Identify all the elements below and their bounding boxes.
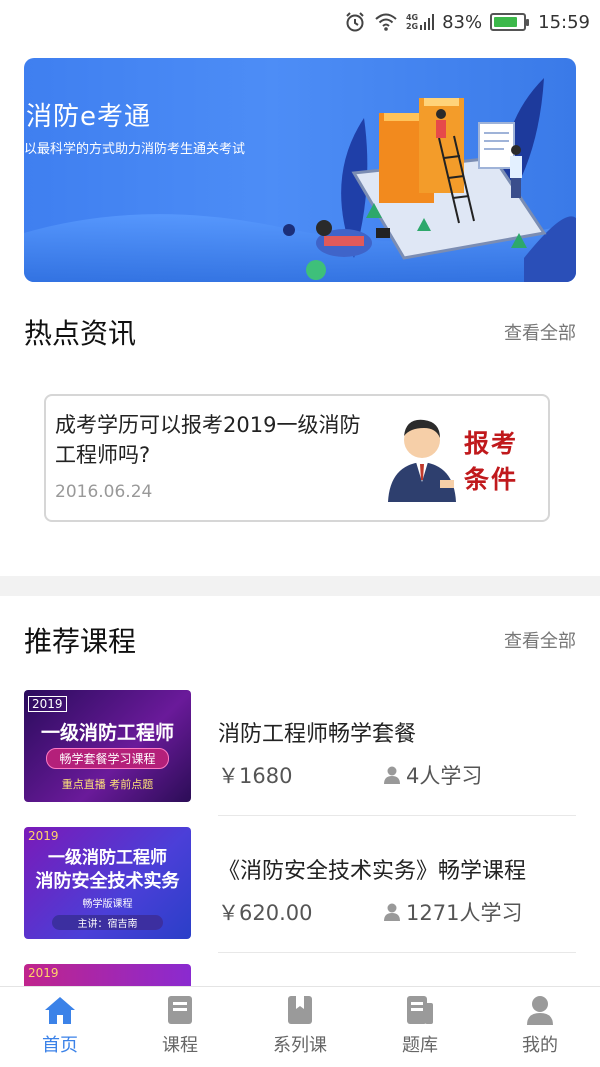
- tab-label-question-bank: 题库: [402, 1035, 438, 1056]
- news-thumbnail: 报考 条件: [380, 410, 536, 502]
- section-title-recommended: 推荐课程: [24, 625, 137, 658]
- course-thumb-line4: 主讲：宿吉南: [52, 915, 163, 930]
- tab-label-me: 我的: [522, 1035, 558, 1056]
- hot-news-view-all-link[interactable]: 查看全部: [504, 319, 576, 345]
- news-title: 成考学历可以报考2019一级消防工程师吗?: [55, 413, 361, 467]
- battery-icon: [490, 13, 530, 31]
- battery-percent: 83%: [442, 11, 483, 33]
- tab-series[interactable]: 系列课: [240, 987, 360, 1067]
- bookmark-icon: [288, 996, 312, 1024]
- tab-label-courses: 课程: [162, 1035, 198, 1056]
- tab-courses[interactable]: 课程: [120, 987, 240, 1067]
- course-price: ￥1680: [218, 764, 293, 788]
- tab-label-series: 系列课: [273, 1035, 327, 1056]
- section-title-hot-news: 热点资讯: [24, 317, 137, 350]
- course-thumb-line1: 一级消防工程师: [48, 848, 167, 868]
- news-thumb-text-line1: 报考: [464, 429, 519, 458]
- news-date: 2016.06.24: [55, 482, 153, 502]
- tab-question-bank[interactable]: 题库: [360, 987, 480, 1067]
- course-learners: 1271人学习: [384, 897, 522, 927]
- home-icon: [45, 997, 75, 1024]
- course-thumb-line2: 畅学套餐学习课程: [46, 748, 169, 769]
- course-price: ￥620.00: [218, 901, 313, 925]
- book-icon: [168, 996, 192, 1024]
- course-name: 消防工程师畅学套餐: [218, 722, 417, 747]
- divider: [218, 815, 576, 816]
- person-icon: [384, 903, 400, 921]
- course-learners: 4人学习: [384, 760, 482, 790]
- course-item[interactable]: 2019 一级消防工程师 消防安全技术实务 畅学版课程 主讲：宿吉南 《消防安全…: [24, 827, 576, 953]
- hero-banner[interactable]: 消防e考通 以最科学的方式助力消防考生通关考试: [24, 58, 576, 282]
- person-icon: [384, 766, 400, 784]
- course-thumb-line3: 重点直播 考前点题: [61, 778, 154, 791]
- banner-title: 消防e考通: [26, 102, 151, 132]
- clock: 15:59: [538, 11, 590, 33]
- course-thumb-line1: 一级消防工程师: [40, 722, 174, 744]
- recommended-view-all-link[interactable]: 查看全部: [504, 627, 576, 653]
- course-learners-count: 1271人学习: [406, 901, 523, 925]
- divider: [218, 952, 576, 953]
- user-icon: [527, 996, 553, 1025]
- wifi-icon: [375, 13, 397, 31]
- course-thumbnail: 2019 一级消防工程师 消防安全技术实务 畅学版课程 主讲：宿吉南: [24, 827, 191, 939]
- course-learners-count: 4人学习: [406, 764, 483, 788]
- course-thumb-line2: 消防安全技术实务: [35, 871, 180, 892]
- course-thumbnail: 2019 一级消防工程师 畅学套餐学习课程 重点直播 考前点题: [24, 690, 191, 802]
- tab-me[interactable]: 我的: [480, 987, 600, 1067]
- hot-news-header: 热点资讯 查看全部: [24, 312, 576, 352]
- question-bank-icon: [407, 996, 433, 1024]
- status-bar: 4G 2G 83% 15:59: [0, 0, 600, 44]
- bottom-tab-bar: 首页 课程 系列课 题库 我的: [0, 986, 600, 1067]
- course-thumb-year: 2019: [28, 696, 67, 712]
- cell-signal-icon: 4G 2G: [405, 13, 435, 31]
- battery-level: [494, 17, 518, 27]
- section-separator: [0, 576, 600, 596]
- banner-subtitle: 以最科学的方式助力消防考生通关考试: [24, 142, 246, 157]
- banner-illustration: [24, 78, 576, 282]
- signal-label-bottom: 2G: [405, 22, 419, 31]
- tab-label-home: 首页: [42, 1035, 78, 1056]
- recommended-header: 推荐课程 查看全部: [24, 620, 576, 660]
- course-name: 《消防安全技术实务》畅学课程: [218, 859, 527, 884]
- tab-home[interactable]: 首页: [0, 987, 120, 1067]
- course-thumb-line3: 畅学版课程: [82, 899, 133, 910]
- alarm-icon: [346, 12, 364, 32]
- course-thumb-year: 2019: [28, 829, 59, 843]
- news-card[interactable]: 成考学历可以报考2019一级消防工程师吗? 2016.06.24 报考 条件: [44, 394, 550, 522]
- signal-label-top: 4G: [405, 13, 419, 22]
- course-item[interactable]: 2019 一级消防工程师 畅学套餐学习课程 重点直播 考前点题 消防工程师畅学套…: [24, 690, 576, 816]
- course-thumb-year: 2019: [28, 966, 59, 980]
- news-thumb-text-line2: 条件: [464, 465, 519, 494]
